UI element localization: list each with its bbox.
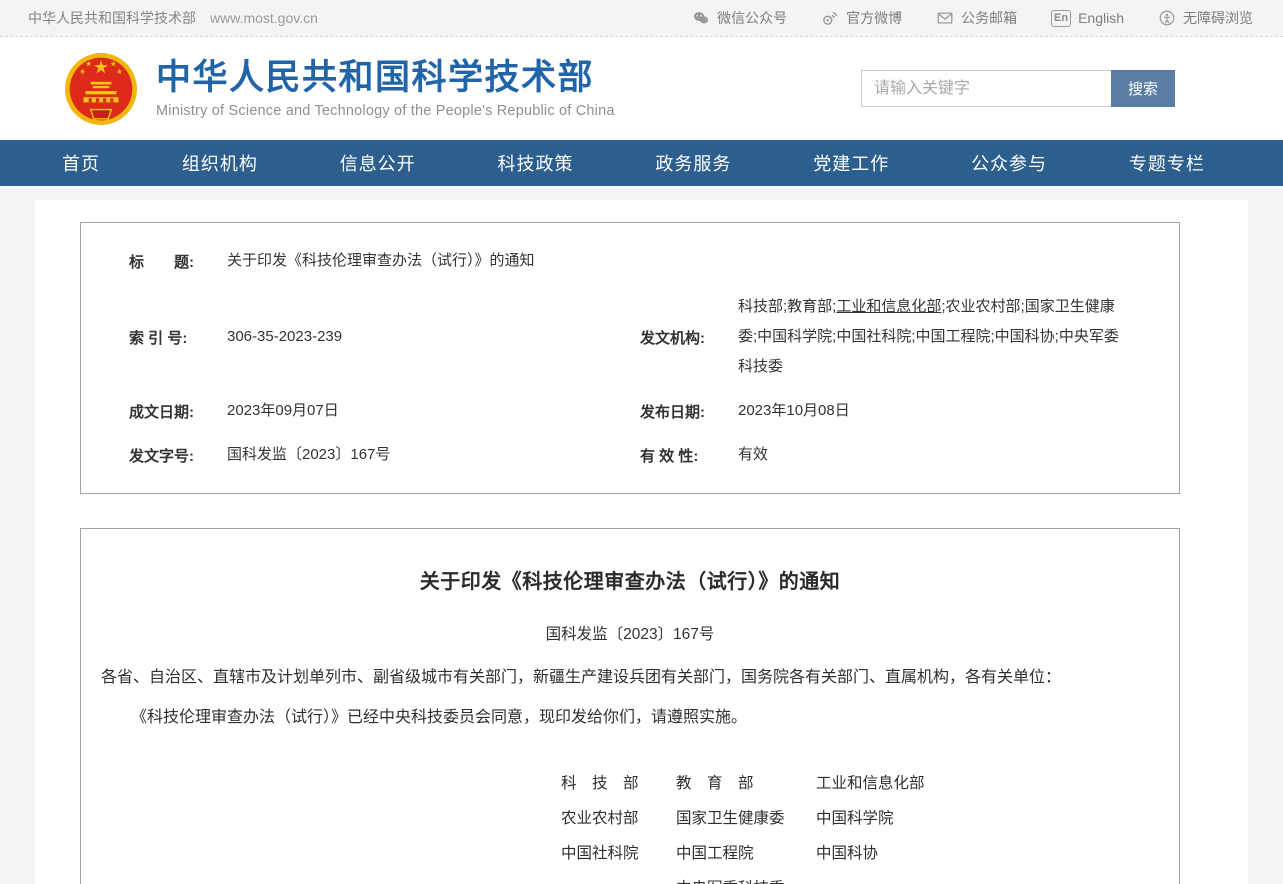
signature-item — [561, 871, 676, 884]
document-metadata-box: 标 题: 关于印发《科技伦理审查办法（试行）》的通知 索 引 号: 306-35… — [80, 222, 1180, 494]
nav-item-organization[interactable]: 组织机构 — [182, 150, 258, 176]
weibo-label: 官方微博 — [846, 8, 902, 28]
meta-row-title: 标 题: 关于印发《科技伦理审查办法（试行）》的通知 — [81, 237, 1179, 285]
topbar: 中华人民共和国科学技术部 www.most.gov.cn 微信公众号 官方微博 — [0, 0, 1283, 37]
signature-item: 中国工程院 — [676, 836, 816, 871]
mail-link[interactable]: English 公务邮箱 — [936, 8, 1017, 28]
brand-text: 中华人民共和国科学技术部 Ministry of Science and Tec… — [156, 58, 615, 118]
mail-label: 公务邮箱 — [961, 8, 1017, 28]
page: 中华人民共和国科学技术部 www.most.gov.cn 微信公众号 官方微博 — [0, 0, 1283, 884]
signature-item: 工业和信息化部 — [816, 766, 1169, 801]
meta-row-index-issuer: 索 引 号: 306-35-2023-239 发文机构: 科技部;教育部;工业和… — [81, 285, 1179, 389]
english-link-label: English — [1078, 10, 1124, 26]
meta-doc-number-value: 国科发监〔2023〕167号 — [227, 440, 438, 470]
accessibility-icon — [1158, 9, 1176, 27]
meta-doc-number-label: 发文字号: — [129, 445, 209, 466]
en-icon: En — [1051, 10, 1071, 27]
meta-validity-label: 有 效 性: — [640, 445, 720, 466]
meta-publish-date-value: 2023年10月08日 — [738, 396, 898, 426]
brand: 中华人民共和国科学技术部 Ministry of Science and Tec… — [64, 52, 615, 126]
english-link[interactable]: En English — [1051, 10, 1124, 27]
site-url: www.most.gov.cn — [210, 10, 318, 26]
article-paragraph: 各省、自治区、直辖市及计划单列市、副省级城市有关部门，新疆生产建设兵团有关部门，… — [91, 664, 1169, 692]
meta-cell-issuer: 发文机构: 科技部;教育部;工业和信息化部;农业农村部;国家卫生健康委;中国科学… — [640, 292, 1179, 382]
meta-issuer-miit-link[interactable]: 工业和信息化部 — [836, 298, 941, 315]
signature-item: 中国社科院 — [561, 836, 676, 871]
article-title: 关于印发《科技伦理审查办法（试行）》的通知 — [91, 565, 1169, 594]
site-title: 中华人民共和国科学技术部 — [156, 58, 615, 98]
wechat-label: 微信公众号 — [717, 8, 787, 28]
weibo-link[interactable]: 官方微博 — [821, 8, 902, 28]
search-button[interactable]: 搜索 — [1111, 70, 1175, 107]
accessibility-label: 无障碍浏览 — [1183, 8, 1253, 28]
main-content: 标 题: 关于印发《科技伦理审查办法（试行）》的通知 索 引 号: 306-35… — [0, 186, 1283, 884]
meta-written-date-value: 2023年09月07日 — [227, 396, 387, 426]
topbar-left: 中华人民共和国科学技术部 www.most.gov.cn — [28, 8, 318, 28]
article-paragraph: 《科技伦理审查办法（试行）》已经中央科技委员会同意，现印发给你们，请遵照实施。 — [91, 704, 1169, 732]
wechat-link[interactable]: 微信公众号 — [692, 8, 787, 28]
signature-item: 中国科协 — [816, 836, 1169, 871]
signature-item — [816, 871, 1169, 884]
topbar-right: 微信公众号 官方微博 English 公务邮箱 En English — [692, 8, 1253, 28]
meta-index-label: 索 引 号: — [129, 327, 209, 348]
weibo-icon — [821, 9, 839, 27]
mail-icon — [936, 9, 954, 27]
article-doc-number: 国科发监〔2023〕167号 — [91, 622, 1169, 644]
nav-item-party-building[interactable]: 党建工作 — [813, 150, 889, 176]
meta-cell-doc-number: 发文字号: 国科发监〔2023〕167号 — [81, 440, 640, 470]
nav-item-special-topics[interactable]: 专题专栏 — [1129, 150, 1205, 176]
nav-item-public-participation[interactable]: 公众参与 — [971, 150, 1047, 176]
nav-item-info-disclosure[interactable]: 信息公开 — [340, 150, 416, 176]
meta-row-dates: 成文日期: 2023年09月07日 发布日期: 2023年10月08日 — [81, 389, 1179, 433]
site-name: 中华人民共和国科学技术部 — [28, 8, 196, 28]
meta-title-value: 关于印发《科技伦理审查办法（试行）》的通知 — [227, 246, 583, 276]
nav-item-sci-tech-policy[interactable]: 科技政策 — [498, 150, 574, 176]
meta-cell-publish-date: 发布日期: 2023年10月08日 — [640, 396, 1179, 426]
signature-item: 中国科学院 — [816, 801, 1169, 836]
signature-item: 农业农村部 — [561, 801, 676, 836]
wechat-icon — [692, 9, 710, 27]
nav-item-home[interactable]: 首页 — [62, 150, 100, 176]
meta-cell-validity: 有 效 性: 有效 — [640, 440, 1179, 470]
meta-cell-index: 索 引 号: 306-35-2023-239 — [81, 322, 640, 352]
signature-item: 教 育 部 — [676, 766, 816, 801]
meta-written-date-label: 成文日期: — [129, 401, 209, 422]
search-bar: 搜索 — [861, 70, 1175, 107]
meta-title-label: 标 题: — [129, 251, 209, 272]
site-subtitle: Ministry of Science and Technology of th… — [156, 103, 615, 119]
meta-issuer-value-part1: 科技部;教育部; — [738, 298, 836, 315]
meta-validity-value: 有效 — [738, 440, 816, 470]
accessibility-link[interactable]: 无障碍浏览 — [1158, 8, 1253, 28]
meta-row-number-validity: 发文字号: 国科发监〔2023〕167号 有 效 性: 有效 — [81, 433, 1179, 477]
main-nav: 首页 组织机构 信息公开 科技政策 政务服务 党建工作 公众参与 专题专栏 — [0, 140, 1283, 186]
signature-block: 科 技 部 教 育 部 工业和信息化部 农业农村部 国家卫生健康委 中国科学院 … — [561, 766, 1169, 884]
national-emblem-logo — [64, 52, 138, 126]
content-panel: 标 题: 关于印发《科技伦理审查办法（试行）》的通知 索 引 号: 306-35… — [35, 200, 1248, 884]
signature-item: 科 技 部 — [561, 766, 676, 801]
site-header: 中华人民共和国科学技术部 Ministry of Science and Tec… — [0, 37, 1283, 140]
meta-index-value: 306-35-2023-239 — [227, 322, 390, 352]
search-input[interactable] — [861, 70, 1111, 107]
meta-publish-date-label: 发布日期: — [640, 401, 720, 422]
signature-item: 国家卫生健康委 — [676, 801, 816, 836]
meta-cell-written-date: 成文日期: 2023年09月07日 — [81, 396, 640, 426]
nav-item-gov-services[interactable]: 政务服务 — [655, 150, 731, 176]
article-box: 关于印发《科技伦理审查办法（试行）》的通知 国科发监〔2023〕167号 各省、… — [80, 528, 1180, 884]
signature-item: 中央军委科技委 — [676, 871, 816, 884]
meta-issuer-label: 发文机构: — [640, 327, 720, 348]
meta-issuer-value: 科技部;教育部;工业和信息化部;农业农村部;国家卫生健康委;中国科学院;中国社科… — [738, 292, 1179, 382]
